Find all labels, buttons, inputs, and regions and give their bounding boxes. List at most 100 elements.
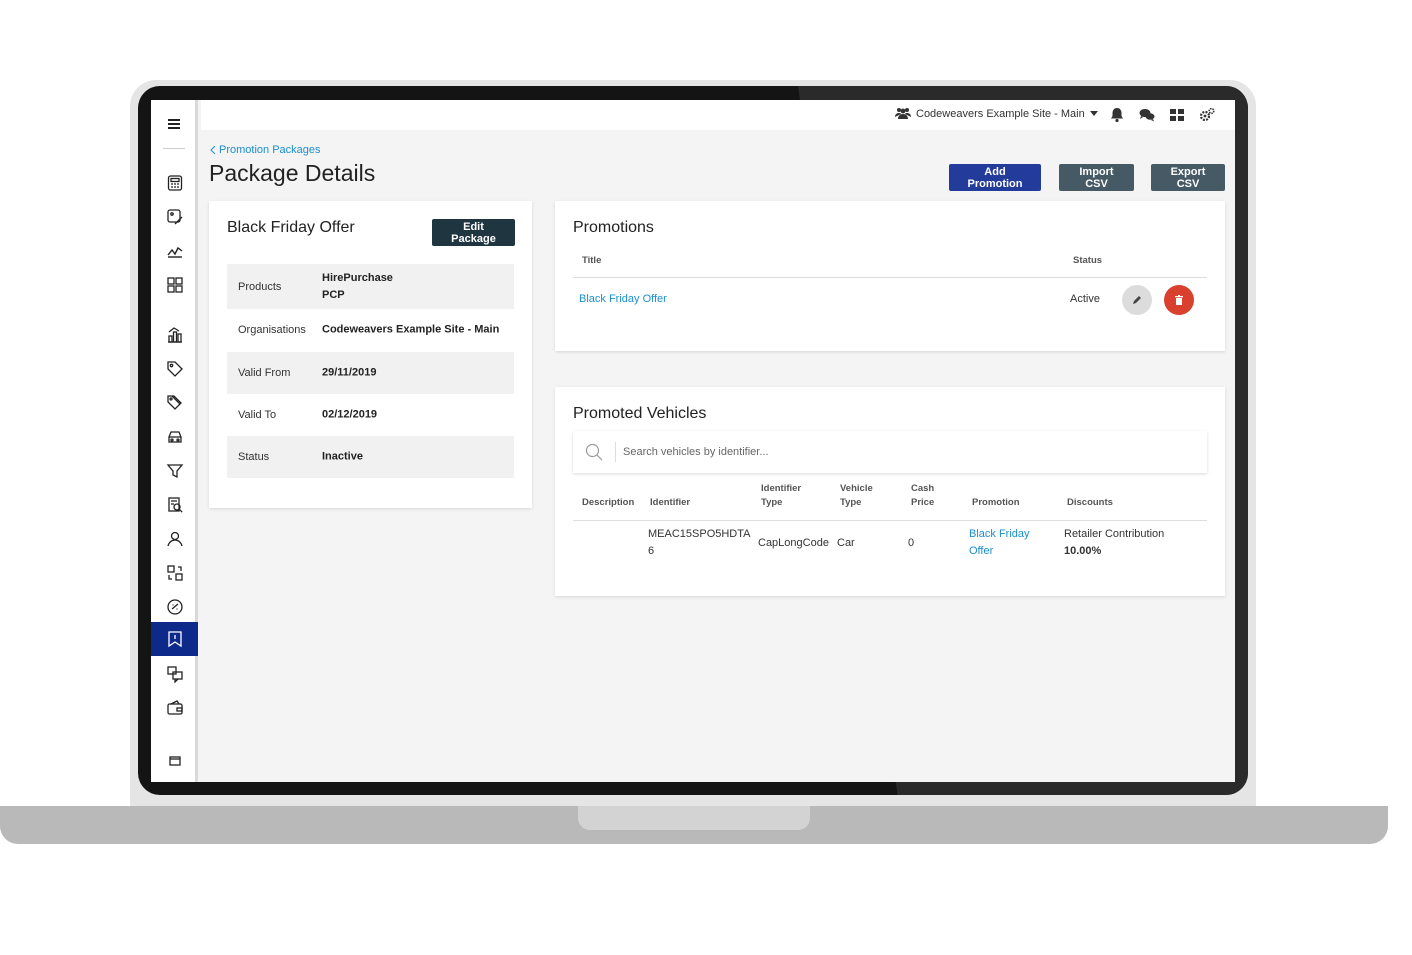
header-line: Vehicle [840, 483, 873, 494]
promotions-bookmark-icon[interactable] [151, 622, 198, 656]
header-line: Identifier [761, 483, 802, 494]
chevron-left-icon [210, 146, 216, 154]
detail-row-status: Status Inactive [227, 436, 514, 478]
page-title: Package Details [209, 160, 376, 186]
column-header-identifier-type: Identifier Type [761, 482, 801, 510]
vehicle-identifier-type: CapLongCode [758, 537, 829, 549]
caret-down-icon [1089, 111, 1098, 116]
badge-icon[interactable] [151, 591, 198, 623]
package-card: Black Friday Offer Edit Package Products… [209, 201, 532, 508]
package-title: Black Friday Offer [227, 219, 355, 236]
pencil-icon [1133, 296, 1141, 304]
promotion-line: Offer [969, 545, 994, 557]
analytics-icon[interactable] [151, 235, 198, 267]
product-item: PCP [322, 288, 345, 301]
column-header-title: Title [582, 255, 602, 266]
vehicle-identifier: MEAC15SPO5HDTA 6 [648, 526, 751, 560]
detail-label: Products [238, 280, 282, 293]
site-selector[interactable]: Codeweavers Example Site - Main [895, 107, 1098, 120]
car-stack-icon[interactable] [151, 421, 198, 453]
discount-label: Retailer Contribution [1064, 528, 1165, 540]
vehicle-type: Car [837, 537, 855, 549]
wallet-icon[interactable] [151, 692, 198, 724]
export-csv-button[interactable]: Export CSV [1151, 164, 1225, 191]
column-header-cash-price: Cash Price [911, 482, 934, 510]
search-input[interactable] [615, 442, 1175, 462]
calculator-icon[interactable] [151, 167, 198, 199]
promoted-vehicles-card: Promoted Vehicles Description Identifier… [555, 387, 1225, 596]
comments-icon[interactable] [1139, 107, 1155, 123]
sidebar-divider [163, 148, 185, 149]
header-line: Type [761, 497, 783, 508]
promotions-title: Promotions [573, 219, 654, 236]
detail-row-valid-from: Valid From 29/11/2019 [227, 352, 514, 394]
detail-label: Valid To [238, 409, 277, 421]
vehicle-cash-price: 0 [908, 537, 915, 549]
column-header-vehicle-type: Vehicle Type [840, 482, 873, 510]
column-header-identifier: Identifier [650, 497, 691, 508]
header-line: Cash [911, 483, 935, 494]
trash-icon [1175, 295, 1183, 305]
vehicle-promotion-link[interactable]: Black Friday Offer [969, 526, 1030, 560]
promotions-card: Promotions Title Status Black Friday Off… [555, 201, 1225, 351]
site-name: Codeweavers Example Site - Main [916, 107, 1085, 120]
promotion-line: Black Friday [969, 528, 1030, 540]
laptop-notch [578, 806, 810, 830]
bar-chart-icon[interactable] [151, 319, 198, 351]
detail-row-valid-to: Valid To 02/12/2019 [227, 394, 514, 436]
column-header-promotion: Promotion [972, 497, 1020, 508]
users-group-icon [895, 108, 911, 119]
column-header-discounts: Discounts [1067, 497, 1113, 508]
breadcrumb[interactable]: Promotion Packages [210, 144, 321, 156]
table-divider [573, 520, 1207, 521]
column-header-status: Status [1073, 255, 1103, 266]
breadcrumb-link[interactable]: Promotion Packages [219, 144, 321, 156]
multi-tag-icon[interactable] [151, 387, 198, 419]
detail-row-products: Products HirePurchase PCP [227, 264, 514, 309]
settings-gears-icon[interactable] [1199, 107, 1215, 123]
detail-value: 29/11/2019 [322, 366, 377, 379]
header-line: Type [840, 497, 862, 508]
document-search-icon[interactable] [151, 489, 198, 521]
swap-icon[interactable] [151, 557, 198, 589]
detail-value: 02/12/2019 [322, 408, 378, 421]
filter-icon[interactable] [151, 455, 198, 487]
vehicle-search [573, 431, 1207, 473]
apps-icon[interactable] [1169, 107, 1185, 123]
price-tag-icon[interactable] [151, 353, 198, 385]
identifier-line: MEAC15SPO5HDTA [648, 528, 751, 540]
delete-promotion-button[interactable] [1164, 285, 1194, 315]
import-csv-button[interactable]: Import CSV [1059, 164, 1134, 191]
grid-icon[interactable] [151, 269, 198, 301]
identifier-line: 6 [648, 545, 655, 557]
detail-row-organisations: Organisations Codeweavers Example Site -… [227, 309, 514, 351]
promotion-title-link[interactable]: Black Friday Offer [579, 291, 667, 308]
add-promotion-button[interactable]: Add Promotion [949, 164, 1041, 191]
edit-promotion-button[interactable] [1122, 285, 1152, 315]
detail-label: Valid From [238, 367, 291, 379]
column-header-description: Description [582, 497, 635, 508]
detail-value: Inactive [322, 450, 363, 463]
header-line: Price [911, 497, 935, 508]
search-icon [585, 443, 603, 461]
topbar: Codeweavers Example Site - Main [201, 100, 1235, 130]
vehicle-discounts: Retailer Contribution 10.00% [1064, 526, 1164, 560]
edit-package-button[interactable]: Edit Package [432, 219, 515, 246]
laptop-mockup: Codeweavers Example Site - Main Promotio… [0, 0, 1412, 955]
detail-label: Status [238, 451, 270, 463]
detail-label: Organisations [238, 324, 306, 336]
product-item: HirePurchase [322, 271, 393, 284]
promotion-status: Active [1070, 293, 1100, 305]
app-screen: Codeweavers Example Site - Main Promotio… [151, 100, 1235, 782]
tag-add-icon[interactable] [151, 201, 198, 233]
chat-icon[interactable] [151, 658, 198, 690]
table-divider [573, 277, 1207, 278]
users-icon[interactable] [151, 523, 198, 555]
window-icon[interactable] [151, 745, 198, 777]
sidebar [151, 100, 198, 782]
detail-value: HirePurchase PCP [322, 270, 393, 304]
promoted-vehicles-title: Promoted Vehicles [573, 405, 707, 422]
discount-value: 10.00% [1064, 545, 1102, 557]
menu-icon[interactable] [151, 108, 198, 140]
bell-icon[interactable] [1109, 107, 1125, 123]
